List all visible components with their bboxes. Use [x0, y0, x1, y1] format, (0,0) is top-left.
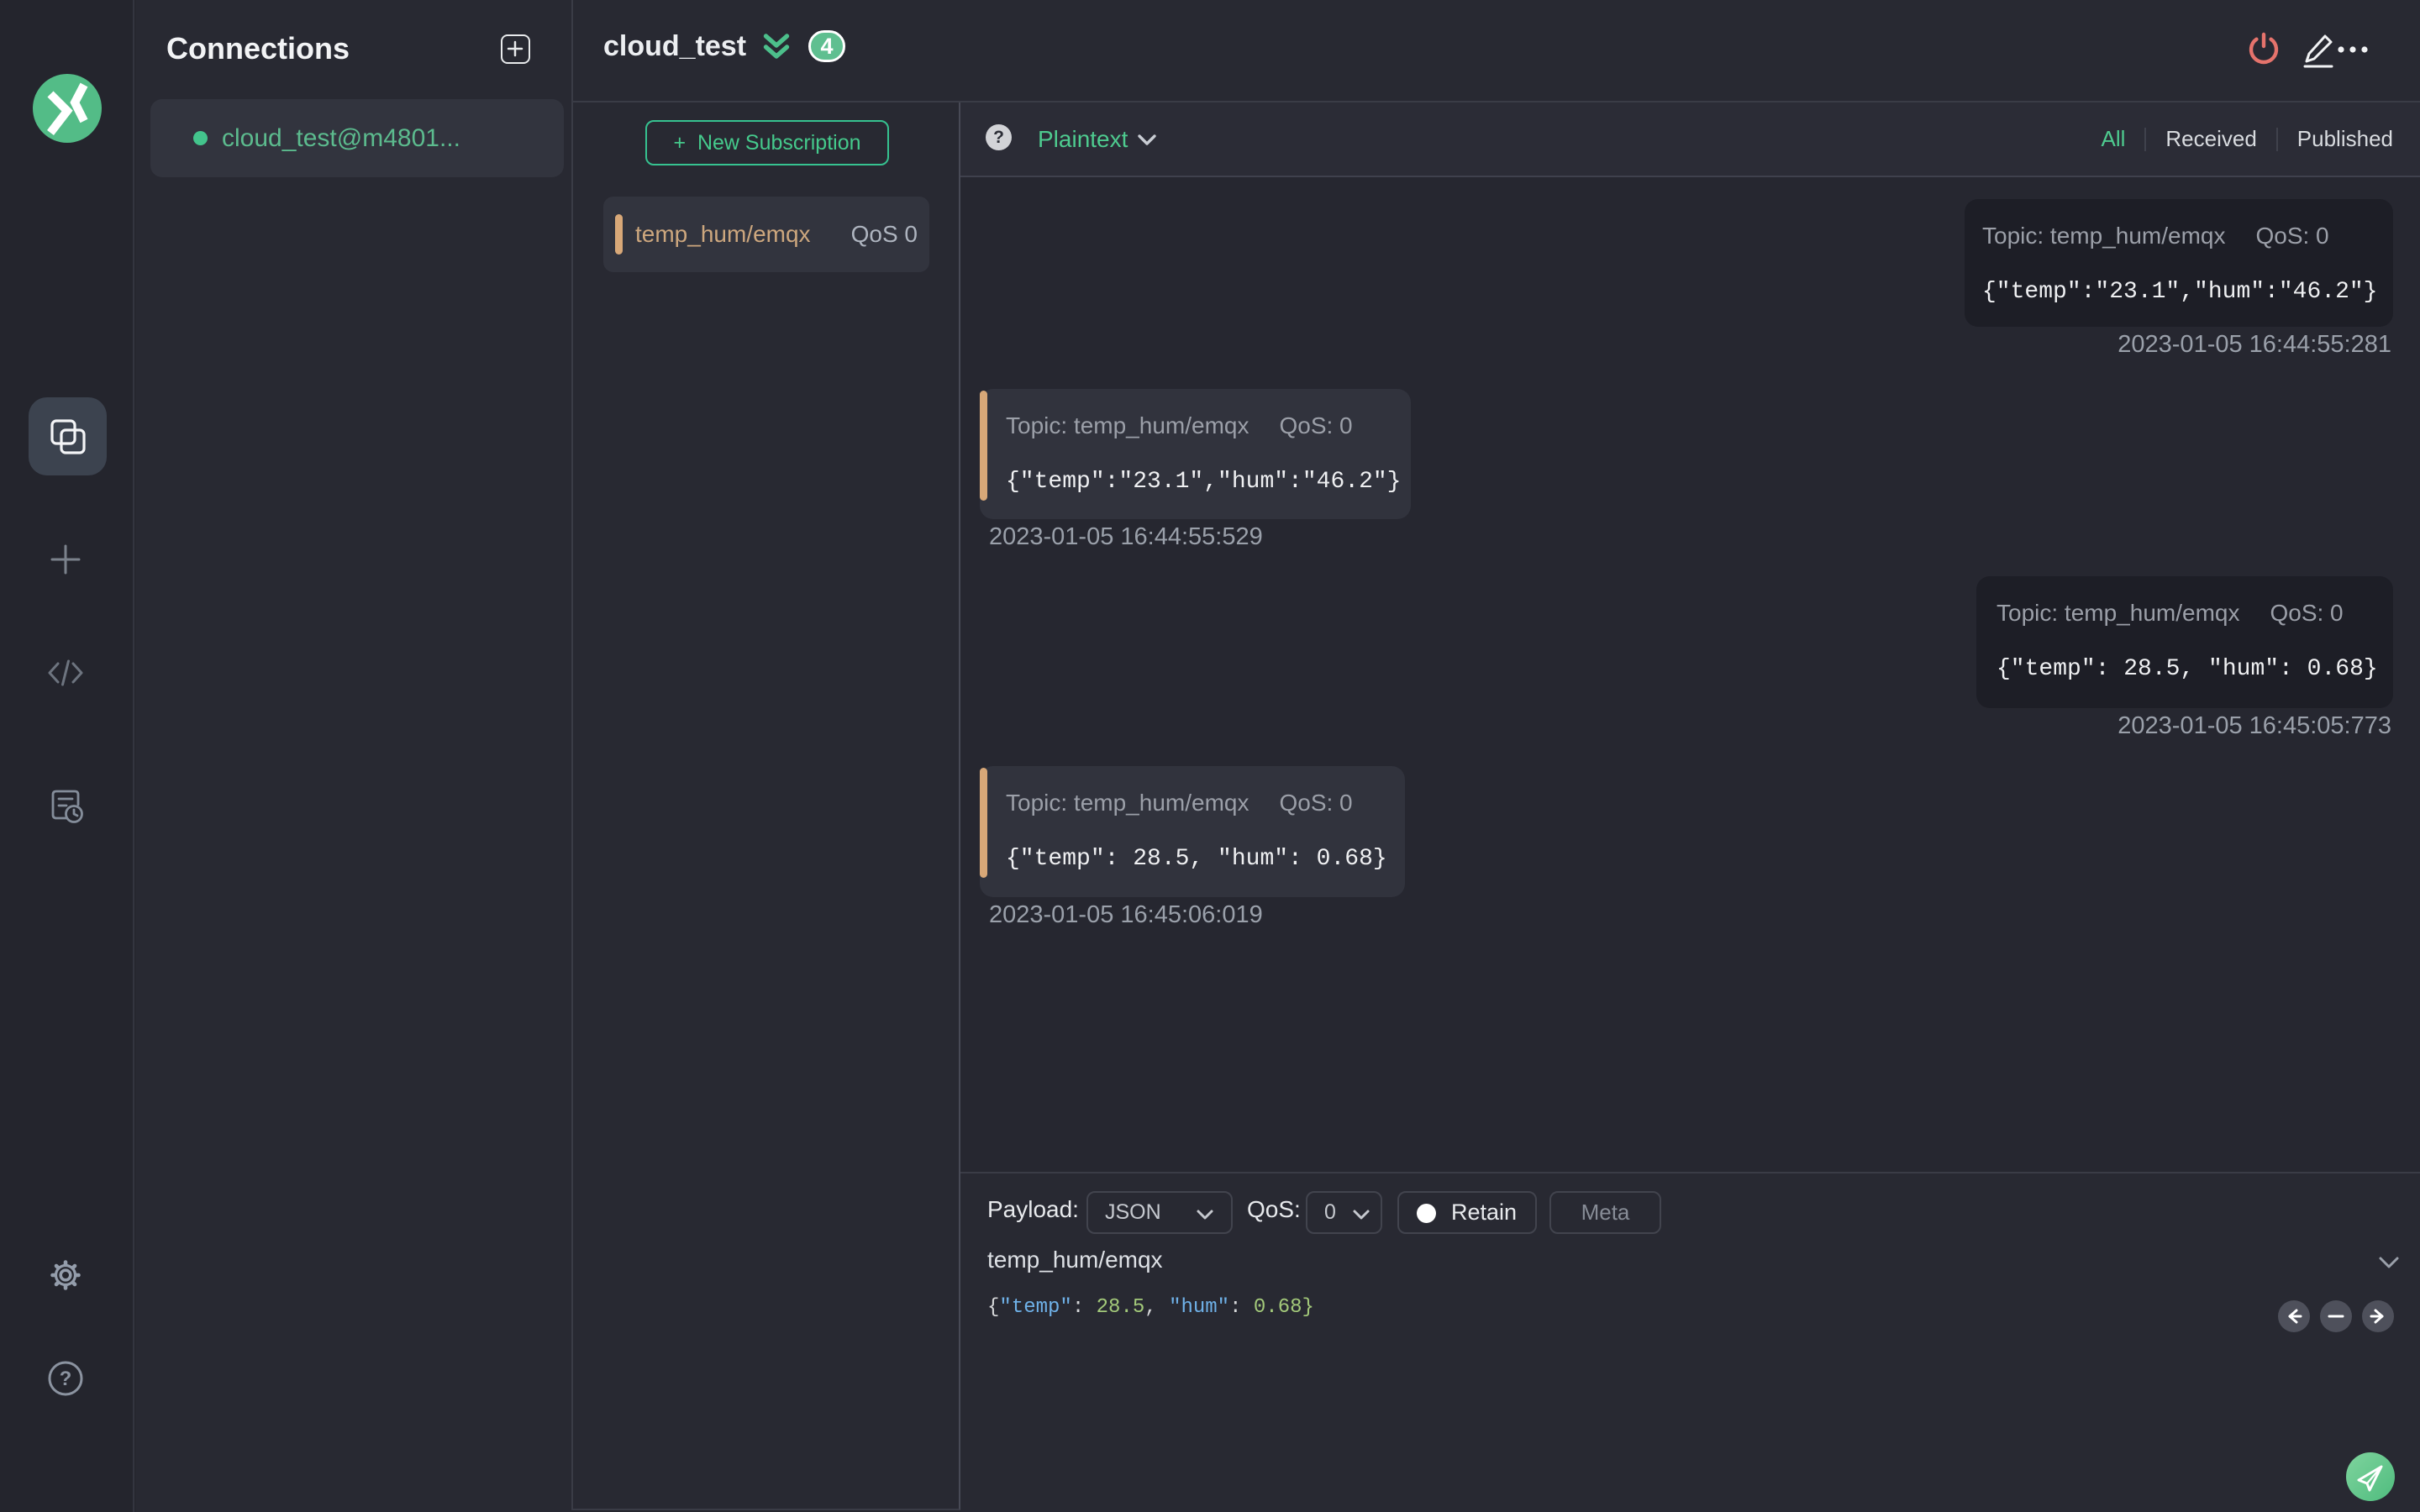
svg-text:?: ? — [60, 1368, 72, 1390]
